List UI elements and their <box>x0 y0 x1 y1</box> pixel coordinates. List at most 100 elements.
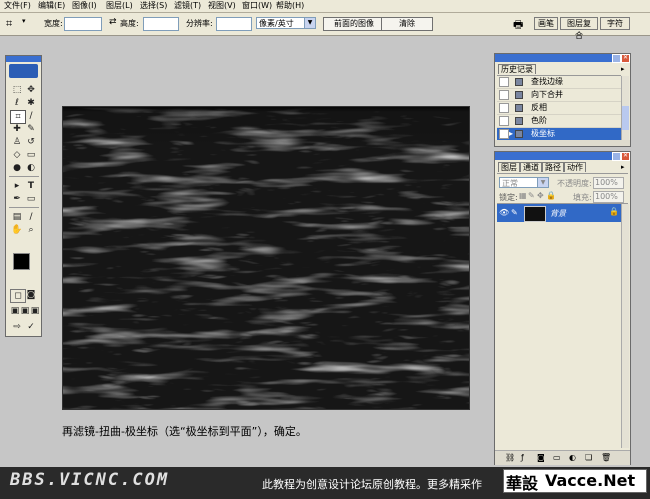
marquee-tool-icon[interactable]: ⬚ <box>10 84 24 96</box>
trash-icon[interactable]: 🗑 <box>601 453 611 462</box>
scrollbar-thumb[interactable] <box>622 106 629 130</box>
history-brush-icon[interactable]: ↺ <box>24 136 38 148</box>
tab-layers[interactable]: 图层 <box>498 162 520 172</box>
history-item[interactable]: 查找边缘 <box>497 76 621 89</box>
visibility-eye-icon[interactable]: 👁 <box>499 208 509 217</box>
foreground-color-swatch[interactable] <box>13 253 30 270</box>
gradient-icon[interactable]: ▭ <box>24 149 38 161</box>
blur-tool-icon[interactable]: ● <box>10 162 24 174</box>
crop-tool-icon[interactable]: ⌗ <box>6 17 12 31</box>
menu-layer[interactable]: 图层(L) <box>106 0 133 12</box>
resolution-input[interactable] <box>216 17 252 31</box>
adjustment-layer-icon[interactable]: ◐ <box>569 453 576 462</box>
jump-icon[interactable]: ✓ <box>24 321 38 333</box>
history-scrollbar[interactable] <box>621 76 629 140</box>
eyedropper-icon[interactable]: ∕ <box>24 211 38 223</box>
tab-history[interactable]: 历史记录 <box>498 64 536 74</box>
photoshop-logo-icon <box>9 64 38 78</box>
polar-coordinate-texture <box>63 107 469 409</box>
banner-notice-text: 此教程为创意设计论坛原创教程。更多精采作 <box>262 478 482 491</box>
menu-help[interactable]: 帮助(H) <box>276 0 304 12</box>
tab-character[interactable]: 字符 <box>600 17 630 30</box>
hand-tool-icon[interactable]: ✋ <box>10 224 24 236</box>
close-icon[interactable]: ✕ <box>621 152 630 161</box>
imageready-icon[interactable]: ⇨ <box>10 321 24 333</box>
menu-select[interactable]: 选择(S) <box>140 0 167 12</box>
tab-layer-comps[interactable]: 图层复合 <box>560 17 598 40</box>
magic-wand-icon[interactable]: ✱ <box>24 97 38 109</box>
fill-label: 填充: <box>573 193 592 202</box>
file-browser-icon[interactable]: 🖶 <box>513 16 523 35</box>
tutorial-caption: 再滤镜-扭曲-极坐标（选“极坐标到平面”），确定。 <box>62 425 307 438</box>
menu-file[interactable]: 文件(F) <box>4 0 31 12</box>
shape-tool-icon[interactable]: ▭ <box>24 193 38 205</box>
history-item[interactable]: 向下合并 <box>497 89 621 102</box>
minimize-icon[interactable] <box>612 152 621 161</box>
document-canvas[interactable] <box>62 106 470 410</box>
height-input[interactable] <box>143 17 179 31</box>
layer-name[interactable]: 背景 <box>550 208 566 219</box>
palette-menu-arrow-icon[interactable]: ▸ <box>621 163 625 171</box>
move-tool-icon[interactable]: ✥ <box>24 84 38 96</box>
lasso-tool-icon[interactable]: ℓ <box>10 97 24 109</box>
path-select-icon[interactable]: ▸ <box>10 180 24 192</box>
new-layer-icon[interactable]: ❏ <box>585 453 592 462</box>
healing-brush-icon[interactable]: ✚ <box>10 123 24 135</box>
lock-transparency-icon[interactable]: ▦ <box>519 191 527 200</box>
history-step-icon <box>515 130 523 138</box>
width-input[interactable] <box>64 17 102 31</box>
opacity-input[interactable]: 100% <box>593 177 624 189</box>
close-icon[interactable]: ✕ <box>621 54 630 63</box>
notes-tool-icon[interactable]: ▤ <box>10 211 24 223</box>
front-image-button[interactable]: 前面的图像 <box>323 17 385 31</box>
menu-image[interactable]: 图像(I) <box>72 0 97 12</box>
pen-tool-icon[interactable]: ✒ <box>10 193 24 205</box>
blend-mode-select[interactable]: 正常 ▼ <box>499 177 549 188</box>
layer-row-background[interactable]: 👁 ✎ 背景 🔒 <box>497 204 621 222</box>
layers-palette: ✕ 图层 通道 路径 动作 ▸ 正常 ▼ 不透明度: 100% 锁定: ▦ ✎ … <box>494 151 631 465</box>
history-palette-titlebar <box>495 54 630 62</box>
layers-palette-footer: ⛓ ƒ ◙ ▭ ◐ ❏ 🗑 <box>495 450 630 465</box>
history-item[interactable]: 色阶 <box>497 115 621 128</box>
screen-mode-full-icon[interactable]: ▣ <box>28 305 42 317</box>
history-pointer-icon: ▸ <box>509 129 514 138</box>
toolbox: ⬚ ✥ ℓ ✱ ⌗ ∕ ✚ ✎ ♙ ↺ ◇ ▭ ● ◐ ▸ T ✒ ▭ ▤ ∕ … <box>5 55 42 337</box>
tab-channels[interactable]: 通道 <box>520 162 542 172</box>
menu-window[interactable]: 窗口(W) <box>242 0 272 12</box>
lock-all-icon[interactable]: 🔒 <box>546 191 556 200</box>
menu-edit[interactable]: 编辑(E) <box>38 0 65 12</box>
lock-image-icon[interactable]: ✎ <box>528 191 535 200</box>
palette-menu-arrow-icon[interactable]: ▸ <box>621 65 625 73</box>
layer-style-icon[interactable]: ƒ <box>521 453 524 462</box>
quick-mask-icon[interactable]: ◙ <box>24 289 38 301</box>
chevron-down-icon: ▼ <box>537 178 548 187</box>
menu-filter[interactable]: 滤镜(T) <box>174 0 201 12</box>
lock-position-icon[interactable]: ✥ <box>537 191 544 200</box>
zoom-tool-icon[interactable]: ⌕ <box>24 224 38 236</box>
tool-preset-arrow-icon[interactable]: ▾ <box>22 17 26 25</box>
swap-icon[interactable]: ⇄ <box>109 17 117 27</box>
new-group-icon[interactable]: ▭ <box>553 453 561 462</box>
opacity-label: 不透明度: <box>557 179 592 188</box>
clear-button[interactable]: 清除 <box>381 17 433 31</box>
slice-tool-icon[interactable]: ∕ <box>24 110 38 122</box>
tab-paths[interactable]: 路径 <box>542 162 564 172</box>
minimize-icon[interactable] <box>612 54 621 63</box>
history-item[interactable]: 反相 <box>497 102 621 115</box>
brush-tool-icon[interactable]: ✎ <box>24 123 38 135</box>
link-icon[interactable]: ⛓ <box>505 453 515 462</box>
type-tool-icon[interactable]: T <box>24 180 38 192</box>
menu-bar: 文件(F) 编辑(E) 图像(I) 图层(L) 选择(S) 滤镜(T) 视图(V… <box>0 0 650 13</box>
menu-view[interactable]: 视图(V) <box>208 0 236 12</box>
eraser-icon[interactable]: ◇ <box>10 149 24 161</box>
brush-link-icon[interactable]: ✎ <box>511 208 518 217</box>
layers-scrollbar[interactable] <box>621 204 629 448</box>
dodge-tool-icon[interactable]: ◐ <box>24 162 38 174</box>
resolution-unit-select[interactable]: 像素/英寸 ▼ <box>256 17 316 29</box>
tab-brushes[interactable]: 画笔 <box>534 17 558 30</box>
clone-stamp-icon[interactable]: ♙ <box>10 136 24 148</box>
mask-icon[interactable]: ◙ <box>537 453 545 462</box>
fill-input[interactable]: 100% <box>593 191 624 203</box>
history-step-icon <box>515 78 523 86</box>
tab-actions[interactable]: 动作 <box>564 162 586 172</box>
